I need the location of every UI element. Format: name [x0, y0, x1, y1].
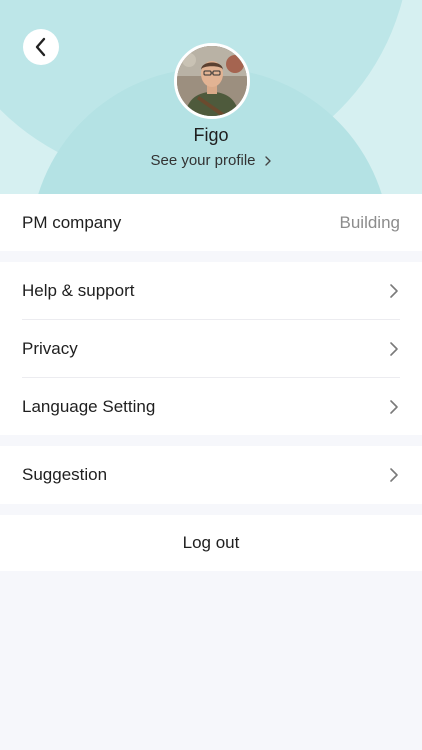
- menu-item-language-setting[interactable]: Language Setting: [0, 378, 422, 435]
- section-gap: [0, 435, 422, 446]
- company-label: PM company: [22, 212, 122, 232]
- logout-button[interactable]: Log out: [0, 515, 422, 571]
- menu-item-label: Language Setting: [22, 396, 156, 416]
- menu-item-label: Suggestion: [22, 465, 108, 484]
- profile-header: Figo See your profile: [0, 0, 422, 194]
- menu-item-label: Help & support: [22, 280, 135, 300]
- section-gap: [0, 504, 422, 515]
- chevron-right-icon: [390, 468, 398, 482]
- menu-item-label: Privacy: [22, 338, 78, 358]
- company-value: Building: [339, 212, 401, 232]
- back-button[interactable]: [23, 29, 59, 65]
- menu-item-help-support[interactable]: Help & support: [0, 262, 422, 319]
- company-row[interactable]: PM company Building: [0, 194, 422, 251]
- user-photo-icon: [177, 46, 247, 116]
- avatar[interactable]: [174, 43, 250, 119]
- see-profile-link[interactable]: See your profile: [0, 152, 422, 169]
- company-section: PM company Building: [0, 194, 422, 251]
- menu-section-support: Help & support Privacy Language Setting: [0, 262, 422, 435]
- chevron-right-icon: [390, 283, 398, 298]
- profile-settings-screen: Figo See your profile PM company Buildin…: [0, 0, 422, 750]
- menu-item-suggestion[interactable]: Suggestion: [0, 446, 422, 504]
- chevron-right-icon: [264, 155, 271, 166]
- menu-item-privacy[interactable]: Privacy: [0, 320, 422, 377]
- user-name: Figo: [193, 125, 229, 145]
- chevron-right-icon: [390, 341, 398, 356]
- see-profile-label: See your profile: [150, 152, 256, 169]
- chevron-left-icon: [35, 37, 46, 57]
- menu-section-feedback: Suggestion: [0, 446, 422, 504]
- section-gap: [0, 251, 422, 262]
- chevron-right-icon: [390, 399, 398, 414]
